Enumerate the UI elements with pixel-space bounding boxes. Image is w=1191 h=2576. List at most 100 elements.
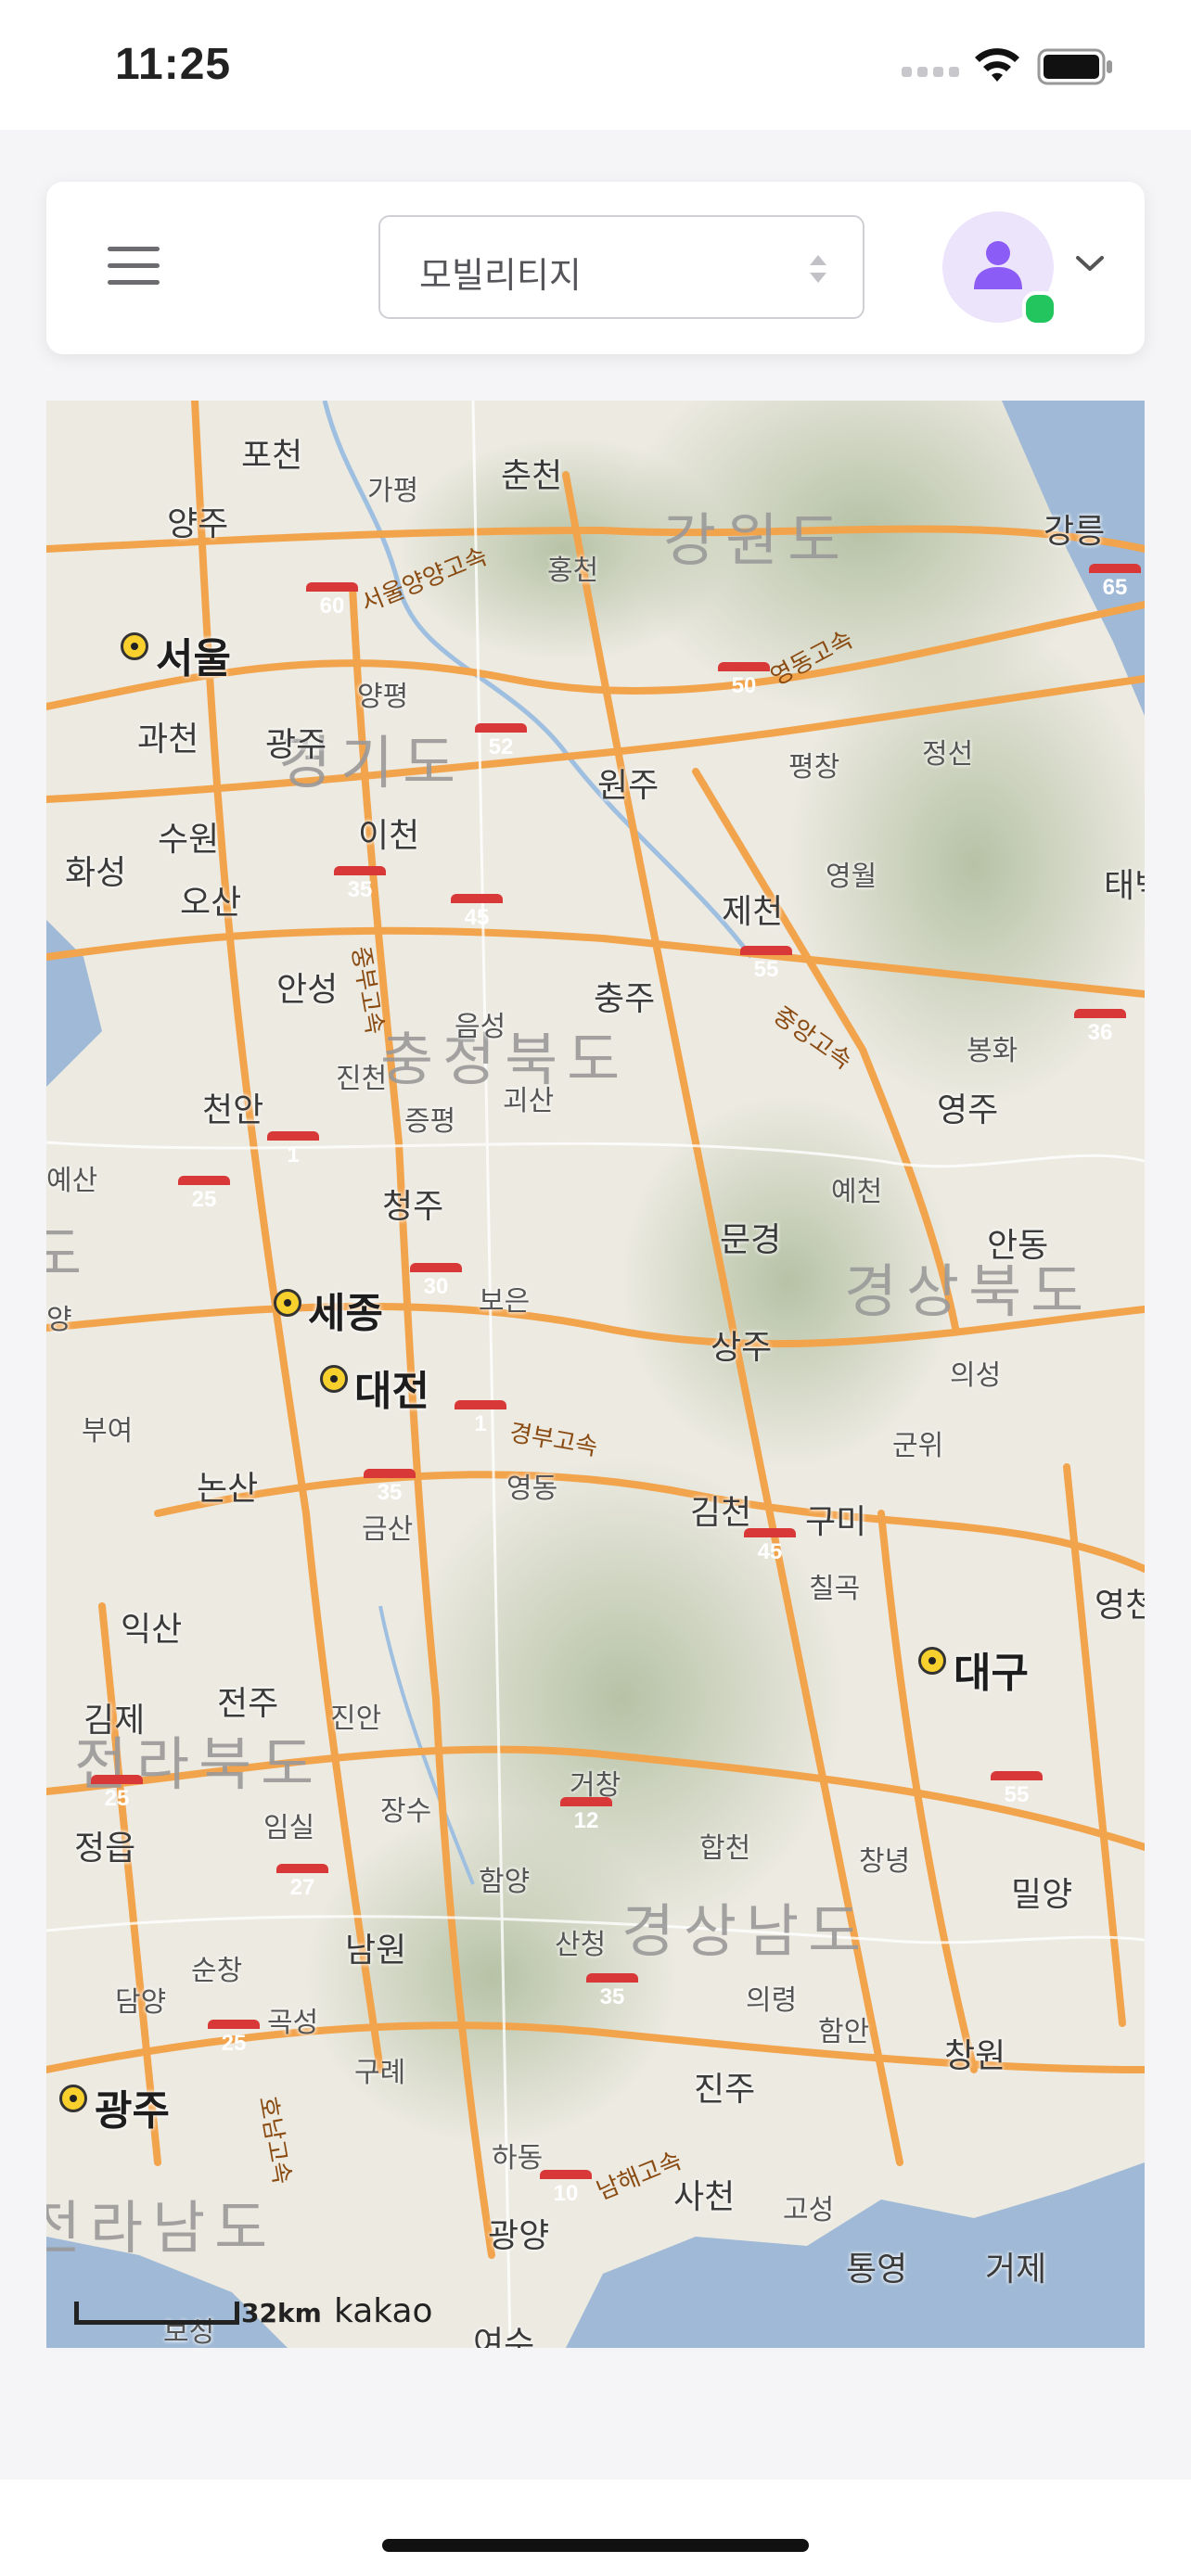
place-label: 합천 <box>699 1832 751 1865</box>
place-label: 과천 <box>137 721 199 759</box>
place-label: 하동 <box>492 2142 544 2174</box>
home-indicator[interactable] <box>382 2539 809 2552</box>
place-label: 괴산 <box>503 1085 555 1117</box>
place-label: 진안 <box>330 1702 382 1735</box>
city-label[interactable]: 서울 <box>156 625 231 684</box>
highway-shield: 55 <box>991 1771 1043 1814</box>
place-label: 함안 <box>818 2016 870 2048</box>
place-label: 군위 <box>892 1430 944 1462</box>
status-time: 11:25 <box>115 40 232 89</box>
highway-shield: 25 <box>208 2020 260 2062</box>
city-marker <box>121 632 148 660</box>
place-label: 안동 <box>987 1227 1049 1265</box>
hamburger-menu-icon[interactable] <box>108 247 160 287</box>
place-label: 광양 <box>488 2217 550 2255</box>
map-scale-label: 32km <box>241 2298 322 2328</box>
highway-shield: 45 <box>451 894 503 937</box>
place-label: 익산 <box>121 1611 183 1649</box>
place-label: 문경 <box>720 1221 782 1259</box>
chevron-down-icon[interactable] <box>1074 252 1106 274</box>
map-attribution: kakao <box>334 2292 433 2330</box>
place-label: 곡성 <box>267 2007 319 2039</box>
province-label: 경상북도 <box>844 1257 1094 1325</box>
highway-shield: 60 <box>306 582 358 625</box>
highway-shield: 35 <box>586 1973 638 2016</box>
place-label: 담양 <box>115 1986 167 2019</box>
place-label: 양주 <box>167 505 229 543</box>
place-label: 영주 <box>937 1091 999 1129</box>
city-marker <box>59 2085 87 2112</box>
place-label: 오산 <box>180 884 242 922</box>
place-label: 의령 <box>746 1984 798 2017</box>
highway-shield: 10 <box>540 2170 592 2213</box>
place-label: 부여 <box>82 1415 134 1447</box>
place-label: 춘천 <box>501 457 563 495</box>
wifi-icon <box>975 48 1019 82</box>
place-label: 영동 <box>506 1473 558 1505</box>
place-label: 양 <box>46 1304 72 1336</box>
place-label: 정선 <box>922 738 974 771</box>
place-label: 상주 <box>711 1329 773 1367</box>
place-label: 논산 <box>197 1470 259 1508</box>
place-label: 보은 <box>479 1285 531 1318</box>
place-label: 진천 <box>336 1063 388 1095</box>
city-label[interactable]: 광주 <box>95 2077 170 2136</box>
place-label: 고성 <box>783 2194 835 2226</box>
cellular-signal-icon <box>902 67 959 77</box>
organization-select[interactable]: 모빌리티지 <box>378 215 864 319</box>
highway-shield: 12 <box>560 1797 612 1840</box>
user-icon <box>974 241 1022 289</box>
highway-shield: 1 <box>267 1131 319 1174</box>
place-label: 거제 <box>985 2251 1047 2289</box>
place-label: 김천 <box>690 1494 752 1532</box>
place-label: 창녕 <box>859 1845 911 1878</box>
place-label: 가평 <box>367 475 419 507</box>
province-label: 경상남도 <box>621 1897 871 1965</box>
select-arrows-icon <box>810 255 826 283</box>
highway-shield: 27 <box>276 1864 328 1906</box>
place-label: 원주 <box>597 767 660 805</box>
place-label: 통영 <box>846 2251 908 2289</box>
highway-shield: 30 <box>410 1263 462 1306</box>
place-label: 광주 <box>265 726 327 764</box>
city-marker <box>274 1289 301 1317</box>
highway-shield: 36 <box>1074 1009 1126 1052</box>
place-label: 창원 <box>944 2037 1006 2075</box>
place-label: 사천 <box>673 2178 736 2216</box>
city-label[interactable]: 대구 <box>954 1639 1029 1699</box>
place-label: 수원 <box>158 821 220 859</box>
place-label: 칠곡 <box>809 1573 861 1605</box>
map-scale-bar <box>74 2302 239 2325</box>
province-label: 충청남도 <box>46 1220 92 1288</box>
top-app-bar: 모빌리티지 <box>46 182 1145 354</box>
place-label: 이천 <box>358 817 420 855</box>
place-label: 강릉 <box>1044 513 1106 551</box>
province-label: 강원도 <box>663 506 851 574</box>
province-label: 전라남도 <box>46 2194 277 2262</box>
place-label: 밀양 <box>1011 1876 1073 1914</box>
highway-shield: 55 <box>740 946 792 988</box>
map-view[interactable]: 강원도 경기도 충청북도 충청남도 경상북도 전라북도 경상남도 전라남도 서울… <box>46 401 1145 2348</box>
place-label: 양평 <box>357 681 409 713</box>
place-label: 평창 <box>788 751 840 784</box>
place-label: 구미 <box>805 1503 867 1541</box>
place-label: 여수 <box>473 2325 535 2348</box>
highway-shield: 50 <box>718 662 770 705</box>
place-label: 장수 <box>380 1795 432 1828</box>
highway-shield: 35 <box>334 866 386 909</box>
place-label: 제천 <box>722 893 784 931</box>
place-label: 홍천 <box>547 555 599 587</box>
place-label: 충주 <box>594 980 656 1018</box>
city-label[interactable]: 대전 <box>354 1358 429 1417</box>
place-label: 금산 <box>362 1513 414 1546</box>
city-label[interactable]: 세종 <box>308 1280 383 1339</box>
place-label: 포천 <box>241 437 303 475</box>
place-label: 의성 <box>950 1359 1002 1392</box>
place-label: 증평 <box>404 1105 456 1138</box>
place-label: 예천 <box>831 1176 883 1208</box>
highway-shield: 52 <box>475 723 527 766</box>
city-marker <box>320 1365 348 1393</box>
status-bar: 11:25 <box>0 0 1191 130</box>
place-label: 임실 <box>263 1812 315 1844</box>
online-status-indicator <box>1022 291 1057 326</box>
